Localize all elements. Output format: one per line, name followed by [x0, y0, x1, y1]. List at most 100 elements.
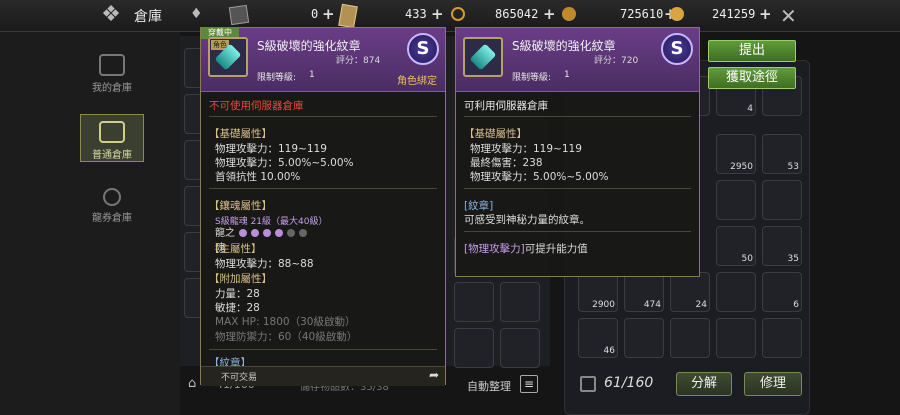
- item-score: 評分：874: [336, 56, 381, 66]
- inventory-slot[interactable]: [716, 180, 756, 220]
- level-value: 1: [564, 70, 570, 80]
- extra-attr-inactive: 物理防禦力：60（40級啟動）: [215, 331, 358, 343]
- inventory-slot[interactable]: 24: [670, 272, 710, 312]
- basic-attr: 物理攻擊力：5.00%~5.00%: [215, 157, 354, 169]
- currency-value: 0: [311, 7, 319, 21]
- basic-attr: 首領抗性 10.00%: [215, 171, 301, 183]
- extra-attr-inactive: MAX HP: 1800（30級啟動）: [215, 316, 356, 328]
- item-ticket-icon: ♦: [190, 6, 203, 22]
- add-currency-button[interactable]: +: [322, 5, 335, 23]
- share-icon[interactable]: ➦: [429, 368, 439, 382]
- level-label: 限制等級:: [257, 73, 297, 83]
- soul-orb-icon: [287, 229, 295, 237]
- extra-attr-header: 【附加屬性】: [209, 273, 272, 285]
- soul-orb-icon: [299, 229, 307, 237]
- inventory-slot[interactable]: 474: [624, 272, 664, 312]
- basic-attr: 物理攻擊力：119~119: [470, 143, 582, 155]
- soul-attr-header: 【鑲魂屬性】: [209, 200, 272, 212]
- sidebar-item-dragon-storage[interactable]: 龍券倉庫: [80, 188, 144, 224]
- inventory-slot[interactable]: [624, 318, 664, 358]
- close-icon[interactable]: ✕: [780, 4, 797, 28]
- basic-attr: 最終傷害：238: [470, 157, 543, 169]
- tooltip-selected: S級破壞的強化紋章 評分：720 限制等級: 1 S 可利用伺服器倉庫 【基礎屬…: [455, 27, 700, 277]
- page-title: 倉庫: [134, 9, 162, 25]
- auto-sort-button[interactable]: ≡: [520, 375, 538, 393]
- inventory-slot[interactable]: [762, 180, 802, 220]
- bag-capacity: 61/160: [604, 375, 654, 391]
- soul-orb-icon: [251, 229, 259, 237]
- repair-button[interactable]: 修理: [744, 372, 802, 396]
- sidebar-item-my-storage[interactable]: 我的倉庫: [80, 54, 144, 94]
- main-attr: 物理攻擊力：88~88: [215, 258, 314, 270]
- decompose-button[interactable]: 分解: [676, 372, 732, 396]
- emblem-header: [紋章]: [464, 200, 494, 212]
- inventory-slot[interactable]: [500, 282, 540, 322]
- add-currency-button[interactable]: +: [759, 5, 772, 23]
- soul-orb-icon: [275, 229, 283, 237]
- inventory-slot[interactable]: [454, 328, 494, 368]
- gold-pouch-icon: [562, 7, 576, 21]
- add-currency-button[interactable]: +: [543, 5, 556, 23]
- storage-note: 不可使用伺服器倉庫: [209, 100, 304, 112]
- add-currency-button[interactable]: +: [431, 5, 444, 23]
- basic-attr: 物理攻擊力：119~119: [215, 143, 327, 155]
- sidebar-item-normal-storage[interactable]: 普通倉庫: [80, 114, 144, 162]
- sidebar-item-label: 普通倉庫: [92, 150, 132, 161]
- rank-s-icon: S: [407, 33, 439, 65]
- emblem-icon: [463, 37, 503, 77]
- inventory-slot[interactable]: 6: [762, 272, 802, 312]
- emblem-icon: 角色: [208, 37, 248, 77]
- inventory-slot[interactable]: 2950: [716, 134, 756, 174]
- basic-attr-header: 【基礎屬性】: [464, 128, 527, 140]
- divider: [464, 231, 691, 232]
- inventory-slot[interactable]: [716, 318, 756, 358]
- soul-orbs: [239, 226, 311, 239]
- c-coin-icon: [451, 7, 465, 21]
- soul-orb-icon: [263, 229, 271, 237]
- obtain-method-button[interactable]: 獲取途徑: [708, 67, 796, 89]
- divider: [209, 188, 437, 189]
- sidebar-item-label: 我的倉庫: [92, 83, 132, 94]
- item-name: S級破壞的強化紋章: [257, 39, 361, 53]
- tooltip-equipped: 穿戴中 角色 S級破壞的強化紋章 評分：874 限制等級: 1 S 角色綁定 不…: [200, 27, 446, 386]
- dragon-emblem-icon: ❖: [101, 2, 121, 27]
- inventory-slot[interactable]: 46: [578, 318, 618, 358]
- basic-attr: 物理攻擊力：5.00%~5.00%: [470, 171, 609, 183]
- tooltip-header: S級破壞的強化紋章 評分：720 限制等級: 1 S: [456, 28, 699, 92]
- bonus-line: [物理攻擊力]可提升能力值: [464, 241, 588, 256]
- inventory-slot[interactable]: [500, 328, 540, 368]
- inventory-slot[interactable]: [762, 318, 802, 358]
- level-value: 1: [309, 70, 315, 80]
- currency-value: 865042: [495, 7, 539, 21]
- currency-value: 241259: [712, 7, 756, 21]
- gold-coin-icon: [670, 7, 684, 21]
- tooltip-header: 穿戴中 角色 S級破壞的強化紋章 評分：874 限制等級: 1 S 角色綁定: [201, 27, 445, 92]
- home-icon: ⌂: [188, 376, 197, 391]
- inventory-slot[interactable]: 53: [762, 134, 802, 174]
- bonus-text: 可提升能力值: [524, 243, 588, 255]
- inventory-slot[interactable]: [670, 318, 710, 358]
- inventory-slot[interactable]: 2900: [578, 272, 618, 312]
- emblem-desc: 可感受到神秘力量的紋章。: [464, 214, 590, 226]
- item-name: S級破壞的強化紋章: [512, 39, 616, 53]
- sidebar-item-label: 龍券倉庫: [92, 213, 132, 224]
- level-label: 限制等級:: [512, 73, 552, 83]
- currency-value: 725610: [620, 7, 664, 21]
- extra-attr: 敏捷：28: [215, 302, 260, 314]
- card-icon: [228, 4, 250, 26]
- inventory-slot[interactable]: 35: [762, 226, 802, 266]
- box-icon: [99, 54, 125, 76]
- inventory-slot[interactable]: [716, 272, 756, 312]
- soul-orb-icon: [239, 229, 247, 237]
- inventory-slot[interactable]: [454, 282, 494, 322]
- storage-note: 可利用伺服器倉庫: [464, 100, 548, 112]
- take-out-button[interactable]: 提出: [708, 40, 796, 62]
- top-bar: ❖ 倉庫 ♦ 0 + 433 + 865042 + 725610 + 24125…: [0, 0, 900, 32]
- main-attr-header: 【主屬性】: [209, 243, 262, 255]
- divider: [209, 116, 437, 117]
- inventory-slot[interactable]: 50: [716, 226, 756, 266]
- grid-view-icon[interactable]: [580, 376, 596, 392]
- sidebar: 我的倉庫 普通倉庫 龍券倉庫: [0, 32, 180, 415]
- currency-value: 433: [405, 7, 427, 21]
- auto-sort-label: 自動整理: [467, 380, 511, 393]
